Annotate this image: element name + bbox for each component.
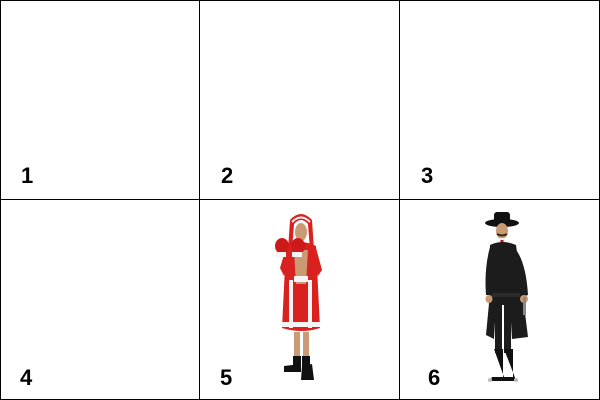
grid-divider-vertical-1: [199, 0, 200, 400]
grid-divider-vertical-2: [399, 0, 400, 400]
cell-number-4: 4: [20, 365, 33, 390]
grid-cell-5[interactable]: 5: [200, 200, 400, 400]
cell-number-1: 1: [21, 163, 34, 188]
grid-cell-3[interactable]: 3: [400, 0, 600, 200]
cell-number-3: 3: [421, 163, 434, 188]
grid-cell-6[interactable]: 6: [400, 200, 600, 400]
image-grid: 1 2 3 4 5 6: [0, 0, 600, 400]
grid-divider-horizontal: [0, 199, 600, 200]
cell-number-5: 5: [220, 365, 233, 390]
cell-number-6: 6: [428, 365, 441, 390]
grid-cell-2[interactable]: 2: [200, 0, 400, 200]
grid-cell-1[interactable]: 1: [0, 0, 200, 200]
grid-cell-4[interactable]: 4: [0, 200, 200, 400]
boxer-figure-image: [275, 214, 322, 380]
cowboy-figure-image: [485, 212, 528, 382]
cell-number-2: 2: [221, 163, 234, 188]
